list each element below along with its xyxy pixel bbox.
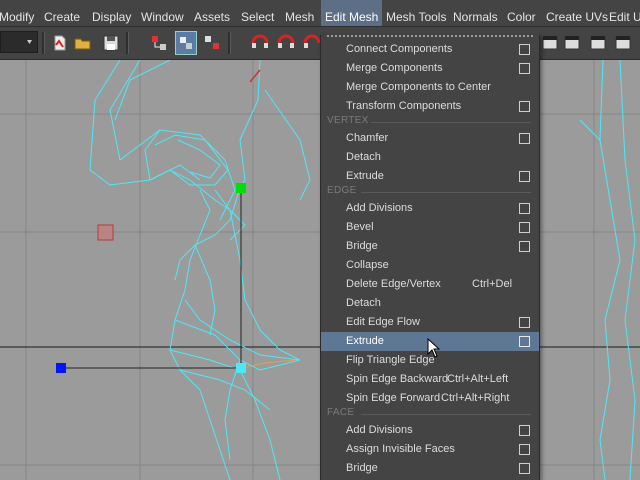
mouse-cursor-icon	[427, 338, 441, 358]
menu-item-edit-edge-flow[interactable]: Edit Edge Flow	[321, 313, 539, 332]
menu-item-label: Edit Edge Flow	[346, 316, 420, 328]
edit-mesh-menu: Connect Components Merge Components Merg…	[320, 35, 540, 480]
menu-create-uvs[interactable]: Create UVs	[543, 0, 611, 26]
menu-assets[interactable]: Assets	[191, 0, 233, 26]
menu-item-merge-to-center[interactable]: Merge Components to Center	[321, 78, 539, 97]
menu-item-detach-edge[interactable]: Detach	[321, 294, 539, 313]
menu-item-label: Assign Invisible Faces	[346, 443, 455, 455]
menu-window[interactable]: Window	[138, 0, 187, 26]
menu-set-selector[interactable]	[0, 31, 38, 53]
menu-mesh-tools[interactable]: Mesh Tools	[383, 0, 449, 26]
menu-item-spin-edge-backward[interactable]: Spin Edge Backward Ctrl+Alt+Left	[321, 370, 539, 389]
option-box-icon[interactable]	[519, 171, 530, 182]
option-box-icon[interactable]	[519, 444, 530, 455]
shortcut-label: Ctrl+Alt+Left	[447, 373, 509, 385]
menu-edit-uvs[interactable]: Edit UVs	[606, 0, 640, 26]
menu-item-label: Detach	[346, 297, 381, 309]
new-scene-icon[interactable]	[50, 33, 70, 53]
caret-down-icon	[27, 40, 32, 44]
menu-select[interactable]: Select	[238, 0, 277, 26]
manipulator-y-handle	[236, 183, 246, 193]
menu-item-label: Spin Edge Backward	[346, 373, 449, 385]
menu-item-label: Extrude	[346, 335, 384, 347]
menu-item-label: Bridge	[346, 240, 378, 252]
menu-item-label: Flip Triangle Edge	[346, 354, 435, 366]
menu-modify[interactable]: Modify	[0, 0, 37, 26]
select-hierarchy-icon[interactable]	[149, 33, 169, 53]
snap-grid-icon[interactable]	[302, 33, 322, 53]
tear-off-handle[interactable]	[327, 35, 533, 37]
menu-item-transform-components[interactable]: Transform Components	[321, 97, 539, 116]
menu-item-extrude-vertex[interactable]: Extrude	[321, 167, 539, 186]
shortcut-label: Ctrl+Del	[472, 278, 513, 290]
option-box-icon[interactable]	[519, 203, 530, 214]
menu-display[interactable]: Display	[89, 0, 134, 26]
menu-item-label: Connect Components	[346, 43, 453, 55]
section-title: VERTEX	[327, 115, 369, 126]
menu-item-add-divisions-edge[interactable]: Add Divisions	[321, 199, 539, 218]
manipulator-x-handle	[56, 363, 66, 373]
menu-item-label: Merge Components to Center	[346, 81, 491, 93]
menu-mesh[interactable]: Mesh	[282, 0, 317, 26]
option-box-icon[interactable]	[519, 101, 530, 112]
snap-curve-icon[interactable]	[250, 33, 270, 53]
save-scene-icon[interactable]	[101, 33, 121, 53]
section-title: EDGE	[327, 185, 357, 196]
menu-item-label: Collapse	[346, 259, 389, 271]
menu-item-spin-edge-forward[interactable]: Spin Edge Forward Ctrl+Alt+Right	[321, 389, 539, 408]
menu-item-label: Delete Edge/Vertex	[346, 278, 441, 290]
select-object-icon[interactable]	[175, 31, 197, 55]
menu-item-detach-vertex[interactable]: Detach	[321, 148, 539, 167]
shortcut-label: Ctrl+Alt+Right	[441, 392, 510, 404]
option-box-icon[interactable]	[519, 241, 530, 252]
menu-item-label: Bevel	[346, 221, 374, 233]
menu-item-chamfer[interactable]: Chamfer	[321, 129, 539, 148]
menu-normals[interactable]: Normals	[450, 0, 501, 26]
select-component-icon[interactable]	[202, 33, 222, 53]
option-box-icon[interactable]	[519, 425, 530, 436]
menu-item-collapse[interactable]: Collapse	[321, 256, 539, 275]
menu-item-bevel[interactable]: Bevel	[321, 218, 539, 237]
menu-item-label: Merge Components	[346, 62, 443, 74]
menu-item-merge-components[interactable]: Merge Components	[321, 59, 539, 78]
menu-edit-mesh[interactable]: Edit Mesh	[321, 0, 383, 26]
menu-item-add-divisions-face[interactable]: Add Divisions	[321, 421, 539, 440]
option-box-icon[interactable]	[519, 63, 530, 74]
section-vertex: VERTEX	[321, 115, 539, 128]
render-settings-icon[interactable]	[588, 33, 608, 53]
menu-create[interactable]: Create	[41, 0, 83, 26]
menu-bar: Modify Create Display Window Assets Sele…	[0, 0, 640, 27]
render-icon[interactable]	[540, 33, 560, 53]
manipulator-center-handle	[236, 363, 246, 373]
menu-item-bridge-face[interactable]: Bridge	[321, 459, 539, 478]
ipr-render-icon[interactable]	[562, 33, 582, 53]
menu-item-label: Spin Edge Forward	[346, 392, 441, 404]
menu-color[interactable]: Color	[504, 0, 539, 26]
option-box-icon[interactable]	[519, 317, 530, 328]
section-title: FACE	[327, 407, 355, 418]
menu-item-delete-edge-vertex[interactable]: Delete Edge/Vertex Ctrl+Del	[321, 275, 539, 294]
menu-item-label: Bridge	[346, 462, 378, 474]
menu-item-label: Add Divisions	[346, 202, 413, 214]
snap-point-icon[interactable]	[276, 33, 296, 53]
light-locator	[97, 224, 114, 241]
section-face: FACE	[321, 407, 539, 420]
menu-item-label: Detach	[346, 151, 381, 163]
section-edge: EDGE	[321, 185, 539, 198]
option-box-icon[interactable]	[519, 133, 530, 144]
open-scene-icon[interactable]	[73, 33, 93, 53]
option-box-icon[interactable]	[519, 44, 530, 55]
option-box-icon[interactable]	[519, 336, 530, 347]
menu-item-label: Transform Components	[346, 100, 462, 112]
menu-item-connect-components[interactable]: Connect Components	[321, 40, 539, 59]
option-box-icon[interactable]	[519, 222, 530, 233]
option-box-icon[interactable]	[519, 463, 530, 474]
menu-item-label: Chamfer	[346, 132, 389, 144]
menu-item-assign-invisible-faces[interactable]: Assign Invisible Faces	[321, 440, 539, 459]
hypershade-icon[interactable]	[613, 33, 633, 53]
menu-item-label: Extrude	[346, 170, 384, 182]
menu-item-bridge-edge[interactable]: Bridge	[321, 237, 539, 256]
menu-item-label: Add Divisions	[346, 424, 413, 436]
